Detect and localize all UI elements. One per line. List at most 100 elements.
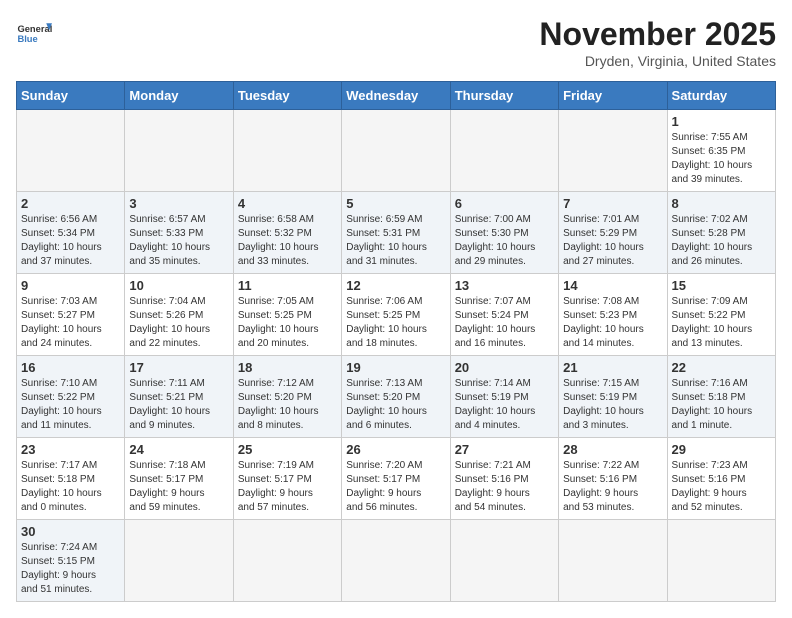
day-info: Sunrise: 7:07 AM Sunset: 5:24 PM Dayligh… xyxy=(455,295,554,351)
page-header: General Blue November 2025 Dryden, Virgi… xyxy=(16,16,776,69)
calendar-cell: 12Sunrise: 7:06 AM Sunset: 5:25 PM Dayli… xyxy=(342,274,450,356)
calendar-cell: 24Sunrise: 7:18 AM Sunset: 5:17 PM Dayli… xyxy=(125,438,233,520)
calendar-cell: 23Sunrise: 7:17 AM Sunset: 5:18 PM Dayli… xyxy=(17,438,125,520)
day-number: 6 xyxy=(455,196,554,211)
day-of-week-header: Friday xyxy=(559,82,667,110)
day-number: 3 xyxy=(129,196,228,211)
day-number: 30 xyxy=(21,524,120,539)
day-info: Sunrise: 7:17 AM Sunset: 5:18 PM Dayligh… xyxy=(21,459,120,515)
calendar-cell: 11 Sunrise: 7:05 AM Sunset: 5:25 PM Dayli… xyxy=(233,274,341,356)
day-info: Sunrise: 7:21 AM Sunset: 5:16 PM Dayligh… xyxy=(455,459,554,515)
day-info: Sunrise: 7:15 AM Sunset: 5:19 PM Dayligh… xyxy=(563,377,662,433)
calendar-cell: 22 Sunrise: 7:16 AM Sunset: 5:18 PM Dayli… xyxy=(667,356,775,438)
calendar-cell: 27Sunrise: 7:21 AM Sunset: 5:16 PM Dayli… xyxy=(450,438,558,520)
calendar-cell xyxy=(450,520,558,602)
calendar-cell: 13 Sunrise: 7:07 AM Sunset: 5:24 PM Dayli… xyxy=(450,274,558,356)
calendar-cell: 25Sunrise: 7:19 AM Sunset: 5:17 PM Dayli… xyxy=(233,438,341,520)
calendar-cell: 18 Sunrise: 7:12 AM Sunset: 5:20 PM Dayli… xyxy=(233,356,341,438)
calendar-cell: 20 Sunrise: 7:14 AM Sunset: 5:19 PM Dayli… xyxy=(450,356,558,438)
calendar-cell: 2 Sunrise: 6:56 AM Sunset: 5:34 PM Daylig… xyxy=(17,192,125,274)
calendar-cell xyxy=(17,110,125,192)
day-of-week-header: Saturday xyxy=(667,82,775,110)
day-of-week-header: Wednesday xyxy=(342,82,450,110)
day-info: Sunrise: 7:00 AM Sunset: 5:30 PM Dayligh… xyxy=(455,213,554,269)
day-number: 19 xyxy=(346,360,445,375)
day-number: 14 xyxy=(563,278,662,293)
month-title: November 2025 xyxy=(539,16,776,53)
calendar-cell: 9 Sunrise: 7:03 AM Sunset: 5:27 PM Daylig… xyxy=(17,274,125,356)
calendar-cell xyxy=(559,520,667,602)
calendar-cell xyxy=(667,520,775,602)
calendar-cell: 15 Sunrise: 7:09 AM Sunset: 5:22 PM Dayli… xyxy=(667,274,775,356)
calendar-cell xyxy=(342,110,450,192)
day-number: 9 xyxy=(21,278,120,293)
day-info: Sunrise: 7:13 AM Sunset: 5:20 PM Dayligh… xyxy=(346,377,445,433)
day-number: 15 xyxy=(672,278,771,293)
day-info: Sunrise: 7:22 AM Sunset: 5:16 PM Dayligh… xyxy=(563,459,662,515)
day-number: 17 xyxy=(129,360,228,375)
day-info: Sunrise: 6:59 AM Sunset: 5:31 PM Dayligh… xyxy=(346,213,445,269)
calendar-cell: 16 Sunrise: 7:10 AM Sunset: 5:22 PM Dayli… xyxy=(17,356,125,438)
location: Dryden, Virginia, United States xyxy=(539,53,776,69)
day-number: 28 xyxy=(563,442,662,457)
calendar-cell: 26Sunrise: 7:20 AM Sunset: 5:17 PM Dayli… xyxy=(342,438,450,520)
calendar-cell xyxy=(125,520,233,602)
day-number: 26 xyxy=(346,442,445,457)
day-number: 8 xyxy=(672,196,771,211)
day-info: Sunrise: 6:58 AM Sunset: 5:32 PM Dayligh… xyxy=(238,213,337,269)
day-info: Sunrise: 7:18 AM Sunset: 5:17 PM Dayligh… xyxy=(129,459,228,515)
day-info: Sunrise: 7:24 AM Sunset: 5:15 PM Dayligh… xyxy=(21,541,120,597)
calendar-cell: 8 Sunrise: 7:02 AM Sunset: 5:28 PM Daylig… xyxy=(667,192,775,274)
calendar-cell: 30 Sunrise: 7:24 AM Sunset: 5:15 PM Dayli… xyxy=(17,520,125,602)
calendar-cell: 1Sunrise: 7:55 AM Sunset: 6:35 PM Daylig… xyxy=(667,110,775,192)
day-info: Sunrise: 7:09 AM Sunset: 5:22 PM Dayligh… xyxy=(672,295,771,351)
calendar-cell: 7Sunrise: 7:01 AM Sunset: 5:29 PM Daylig… xyxy=(559,192,667,274)
day-of-week-header: Tuesday xyxy=(233,82,341,110)
calendar-cell: 28 Sunrise: 7:22 AM Sunset: 5:16 PM Dayli… xyxy=(559,438,667,520)
day-number: 29 xyxy=(672,442,771,457)
day-info: Sunrise: 7:03 AM Sunset: 5:27 PM Dayligh… xyxy=(21,295,120,351)
day-number: 20 xyxy=(455,360,554,375)
calendar-cell: 4Sunrise: 6:58 AM Sunset: 5:32 PM Daylig… xyxy=(233,192,341,274)
day-of-week-header: Monday xyxy=(125,82,233,110)
title-area: November 2025 Dryden, Virginia, United S… xyxy=(539,16,776,69)
day-info: Sunrise: 7:10 AM Sunset: 5:22 PM Dayligh… xyxy=(21,377,120,433)
day-info: Sunrise: 7:04 AM Sunset: 5:26 PM Dayligh… xyxy=(129,295,228,351)
calendar-cell xyxy=(342,520,450,602)
calendar-cell xyxy=(450,110,558,192)
calendar-cell: 3 Sunrise: 6:57 AM Sunset: 5:33 PM Daylig… xyxy=(125,192,233,274)
calendar-cell xyxy=(233,520,341,602)
day-info: Sunrise: 7:11 AM Sunset: 5:21 PM Dayligh… xyxy=(129,377,228,433)
calendar-cell: 17 Sunrise: 7:11 AM Sunset: 5:21 PM Dayli… xyxy=(125,356,233,438)
day-info: Sunrise: 7:02 AM Sunset: 5:28 PM Dayligh… xyxy=(672,213,771,269)
day-number: 7 xyxy=(563,196,662,211)
day-number: 2 xyxy=(21,196,120,211)
day-number: 1 xyxy=(672,114,771,129)
day-number: 11 xyxy=(238,278,337,293)
day-info: Sunrise: 7:19 AM Sunset: 5:17 PM Dayligh… xyxy=(238,459,337,515)
calendar-cell xyxy=(559,110,667,192)
day-info: Sunrise: 6:57 AM Sunset: 5:33 PM Dayligh… xyxy=(129,213,228,269)
calendar-cell: 29 Sunrise: 7:23 AM Sunset: 5:16 PM Dayli… xyxy=(667,438,775,520)
day-info: Sunrise: 7:12 AM Sunset: 5:20 PM Dayligh… xyxy=(238,377,337,433)
day-info: Sunrise: 7:16 AM Sunset: 5:18 PM Dayligh… xyxy=(672,377,771,433)
day-number: 5 xyxy=(346,196,445,211)
svg-text:Blue: Blue xyxy=(17,34,37,44)
calendar-cell: 6 Sunrise: 7:00 AM Sunset: 5:30 PM Daylig… xyxy=(450,192,558,274)
day-of-week-header: Sunday xyxy=(17,82,125,110)
day-number: 22 xyxy=(672,360,771,375)
day-number: 21 xyxy=(563,360,662,375)
day-number: 16 xyxy=(21,360,120,375)
day-info: Sunrise: 7:14 AM Sunset: 5:19 PM Dayligh… xyxy=(455,377,554,433)
calendar-cell: 5 Sunrise: 6:59 AM Sunset: 5:31 PM Daylig… xyxy=(342,192,450,274)
calendar-cell: 19 Sunrise: 7:13 AM Sunset: 5:20 PM Dayli… xyxy=(342,356,450,438)
day-number: 13 xyxy=(455,278,554,293)
day-info: Sunrise: 7:23 AM Sunset: 5:16 PM Dayligh… xyxy=(672,459,771,515)
calendar-cell xyxy=(233,110,341,192)
calendar-table: SundayMondayTuesdayWednesdayThursdayFrid… xyxy=(16,81,776,602)
day-info: Sunrise: 7:08 AM Sunset: 5:23 PM Dayligh… xyxy=(563,295,662,351)
day-number: 18 xyxy=(238,360,337,375)
day-info: Sunrise: 6:56 AM Sunset: 5:34 PM Dayligh… xyxy=(21,213,120,269)
logo: General Blue xyxy=(16,16,52,52)
day-info: Sunrise: 7:05 AM Sunset: 5:25 PM Dayligh… xyxy=(238,295,337,351)
